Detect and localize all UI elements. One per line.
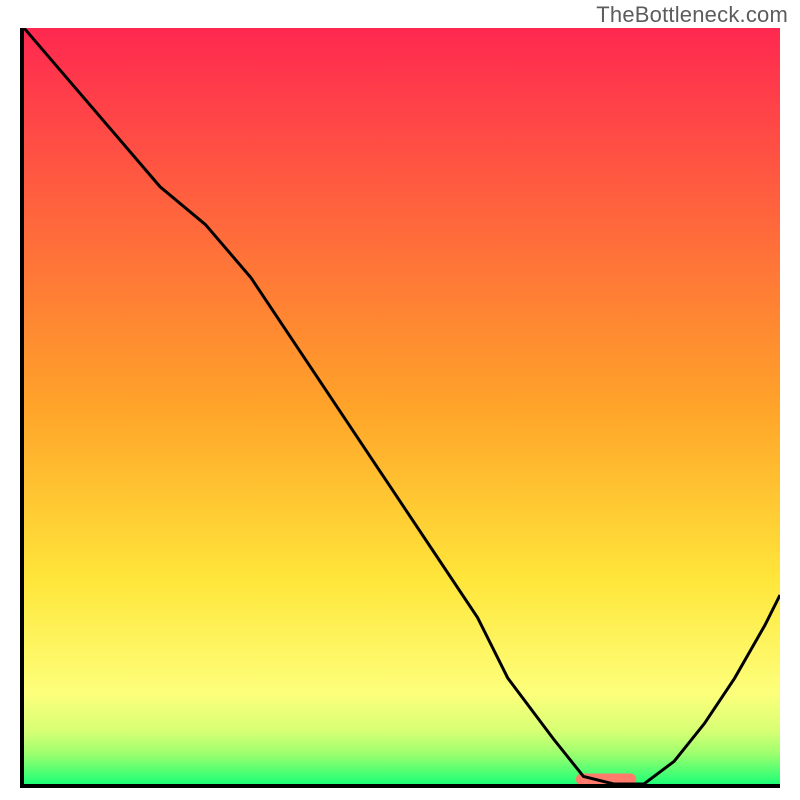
chart-frame: TheBottleneck.com xyxy=(0,0,800,800)
gradient-background xyxy=(24,28,780,784)
plot-svg xyxy=(24,28,780,784)
plot-area xyxy=(20,28,780,788)
watermark-text: TheBottleneck.com xyxy=(596,2,788,28)
